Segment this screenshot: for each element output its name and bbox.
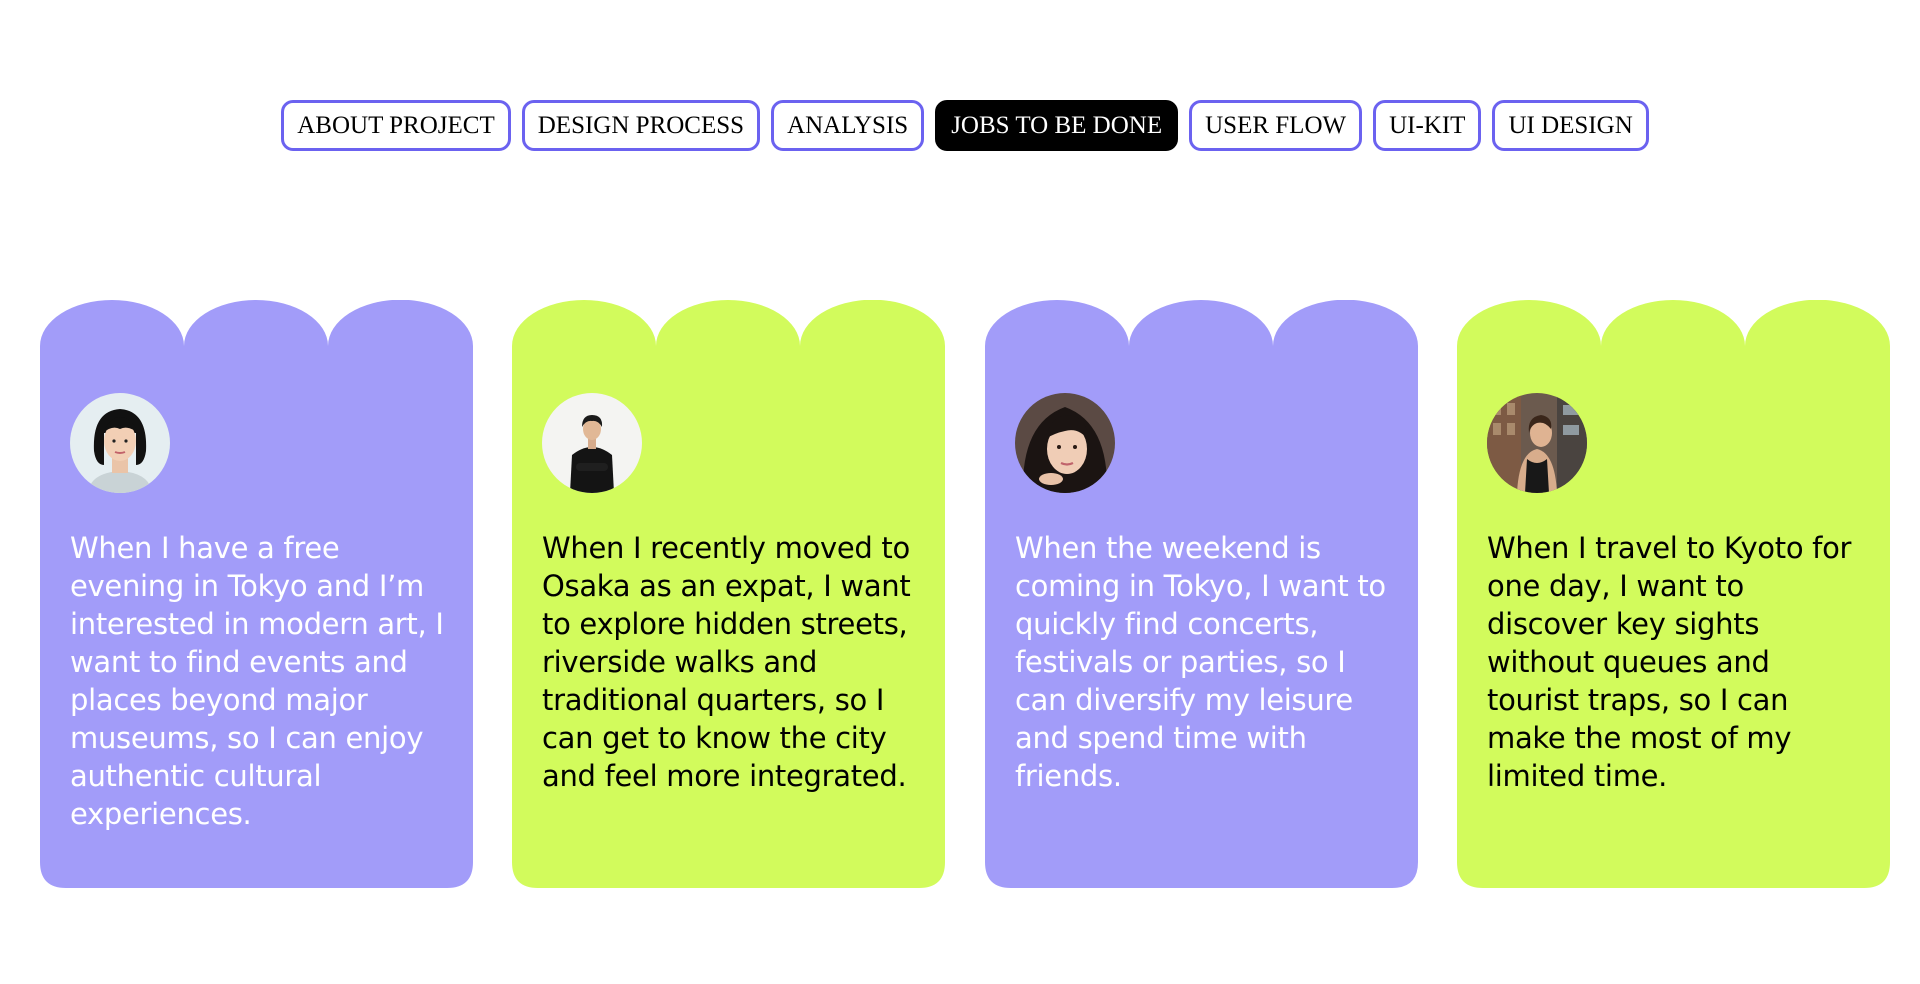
tab-about-project[interactable]: ABOUT PROJECT — [281, 100, 511, 151]
job-statement: When the weekend is coming in Tokyo, I w… — [1015, 531, 1386, 793]
job-statement: When I travel to Kyoto for one day, I wa… — [1487, 531, 1852, 793]
tab-jobs-to-be-done[interactable]: JOBS TO BE DONE — [935, 100, 1179, 151]
section-tabs: ABOUT PROJECT DESIGN PROCESS ANALYSIS JO… — [0, 100, 1920, 151]
woman-bob-haircut-avatar — [70, 393, 170, 493]
jtbd-card-4: When I travel to Kyoto for one day, I wa… — [1457, 300, 1890, 888]
jtbd-card-2: When I recently moved to Osaka as an exp… — [512, 300, 945, 888]
tab-ui-design[interactable]: UI DESIGN — [1492, 100, 1649, 151]
jtbd-card-3: When the weekend is coming in Tokyo, I w… — [985, 300, 1418, 888]
jtbd-cards: When I have a free evening in Tokyo and … — [40, 300, 1890, 888]
tab-analysis[interactable]: ANALYSIS — [771, 100, 925, 151]
woman-portrait-avatar — [1015, 393, 1115, 493]
jtbd-card-1: When I have a free evening in Tokyo and … — [40, 300, 473, 888]
tab-user-flow[interactable]: USER FLOW — [1189, 100, 1363, 151]
tab-ui-kit[interactable]: UI-KIT — [1373, 100, 1482, 151]
man-black-tshirt-avatar — [542, 393, 642, 493]
job-statement: When I recently moved to Osaka as an exp… — [542, 531, 911, 793]
woman-city-street-avatar — [1487, 393, 1587, 493]
job-statement: When I have a free evening in Tokyo and … — [70, 531, 444, 831]
tab-design-process[interactable]: DESIGN PROCESS — [521, 100, 761, 151]
